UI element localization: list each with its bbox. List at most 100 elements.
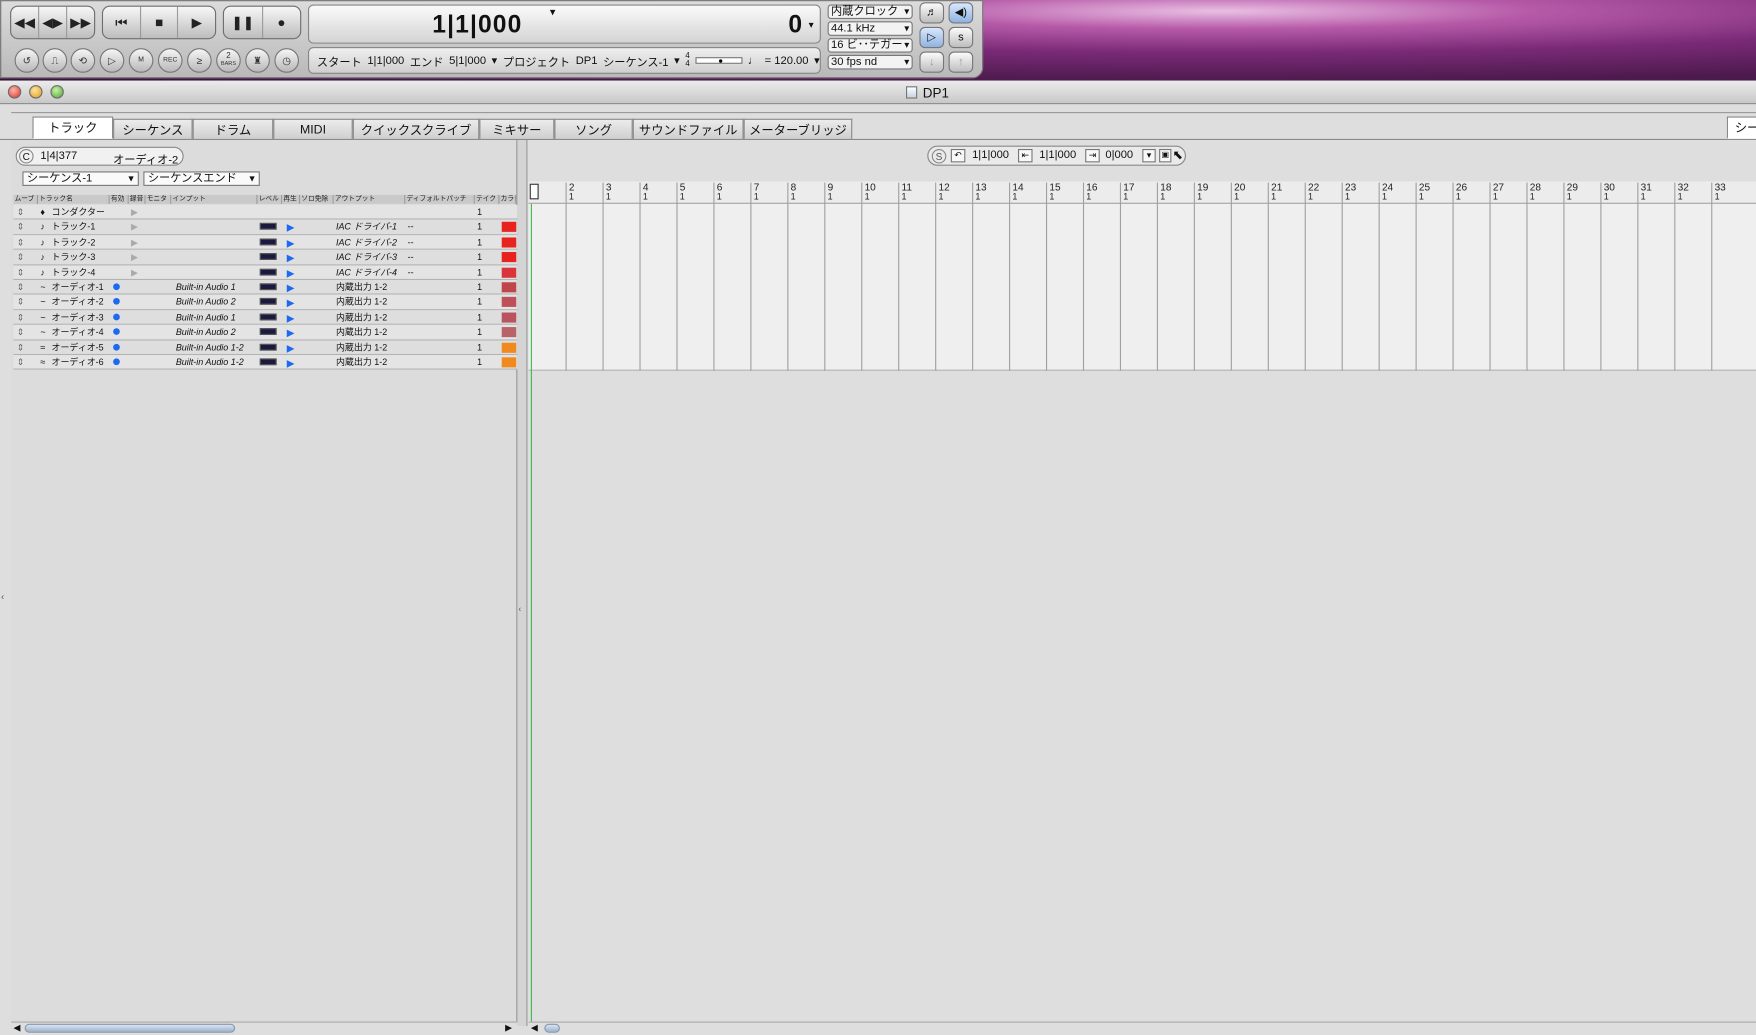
column-header[interactable]: アウトプット	[333, 194, 406, 204]
loop-icon[interactable]: ⟲	[70, 48, 96, 73]
track-row[interactable]: ⇕ ~ オーディオ-4 Built-in Audio 2 ▶ 内蔵出力 1-2 1	[13, 325, 518, 341]
splitter-arrow-icon[interactable]: ‹	[519, 606, 522, 614]
track-name[interactable]: トラック-3	[52, 251, 96, 264]
track-name[interactable]: オーディオ-3	[52, 311, 104, 324]
tab-sequence[interactable]: シーケンス	[113, 118, 193, 139]
color-swatch[interactable]	[501, 237, 517, 248]
tab-midi[interactable]: MIDI	[273, 118, 353, 139]
tab-mixer[interactable]: ミキサー	[479, 118, 555, 139]
countoff-icon[interactable]: ⎍	[42, 48, 68, 73]
track-name[interactable]: オーディオ-4	[52, 326, 104, 339]
track-output[interactable]: 内蔵出力 1-2	[336, 296, 387, 309]
secondary-counter-menu-icon[interactable]: ▾	[809, 19, 814, 31]
move-handle-icon[interactable]: ⇕	[17, 356, 25, 369]
snap-icon[interactable]: ▣	[1159, 148, 1172, 163]
speaker-toggle-icon[interactable]: ◀)	[948, 2, 974, 24]
track-row[interactable]: ⇕ ♪ トラック-2 ▶ ▶ IAC ドライバ-2 -- 1	[13, 234, 518, 250]
default-patch[interactable]: --	[408, 266, 414, 279]
column-header[interactable]: トラック名	[38, 194, 110, 204]
track-row[interactable]: ⇕ ♪ トラック-1 ▶ ▶ IAC ドライバ-1 -- 1	[13, 219, 518, 235]
track-name[interactable]: オーディオ-2	[52, 296, 104, 309]
take-number[interactable]: 1	[477, 236, 482, 249]
track-name[interactable]: トラック-1	[52, 221, 96, 234]
left-edge-arrow-icon[interactable]: ‹	[1, 591, 4, 601]
column-header[interactable]: ムーブ	[13, 194, 39, 204]
move-handle-icon[interactable]: ⇕	[17, 281, 25, 294]
color-swatch[interactable]	[501, 267, 517, 278]
play-enable-icon[interactable]: ▶	[287, 296, 295, 309]
default-patch[interactable]: --	[408, 221, 414, 234]
move-handle-icon[interactable]: ⇕	[17, 341, 25, 354]
end-value[interactable]: 5|1|000	[449, 54, 486, 66]
metronome-icon[interactable]: ♜	[245, 48, 270, 73]
pane-splitter[interactable]: ‹	[516, 140, 528, 1027]
zoom-icon[interactable]	[50, 85, 64, 99]
c-button[interactable]: C	[19, 148, 34, 164]
play-enable-icon[interactable]: ▶	[287, 251, 295, 264]
play-enable-icon[interactable]: ▶	[287, 266, 295, 279]
take-number[interactable]: 1	[477, 221, 482, 234]
track-name[interactable]: オーディオ-1	[52, 281, 104, 294]
track-output[interactable]: IAC ドライバ-1	[336, 221, 397, 234]
tempo-menu-icon[interactable]: ▾	[814, 54, 820, 66]
meter[interactable]: 44	[685, 53, 689, 69]
cursor-down-icon[interactable]: ↓	[919, 51, 945, 73]
track-row[interactable]: ⇕ ~ オーディオ-2 Built-in Audio 2 ▶ 内蔵出力 1-2 1	[13, 295, 518, 311]
tab-soundfile[interactable]: サウンドファイル	[632, 118, 744, 139]
take-number[interactable]: 1	[477, 206, 482, 219]
cursor-up-icon[interactable]: ↑	[948, 51, 974, 73]
solo-toggle-icon[interactable]: s	[948, 26, 974, 49]
scroll-left-icon[interactable]: ◀	[13, 1023, 20, 1033]
track-row[interactable]: ⇕ ♪ トラック-4 ▶ ▶ IAC ドライバ-4 -- 1	[13, 265, 518, 281]
record-arm-icon[interactable]: ▶	[131, 236, 138, 249]
timeline-h-scrollbar[interactable]: ◀	[528, 1021, 1756, 1035]
undo-icon[interactable]: ↶	[950, 148, 966, 163]
track-output[interactable]: IAC ドライバ-4	[336, 266, 397, 279]
bars-icon[interactable]: 2 BARS	[216, 48, 241, 73]
take-number[interactable]: 1	[477, 251, 482, 264]
column-header[interactable]: 有効	[109, 194, 129, 204]
timeline-scroll-left-icon[interactable]: ◀	[531, 1023, 538, 1033]
move-handle-icon[interactable]: ⇕	[17, 236, 25, 249]
playhead-marker[interactable]	[529, 183, 539, 200]
move-handle-icon[interactable]: ⇕	[17, 311, 25, 324]
tab-song[interactable]: ソング	[554, 118, 633, 139]
color-swatch[interactable]	[501, 312, 517, 323]
enable-dot-icon[interactable]	[113, 313, 120, 321]
color-swatch[interactable]	[501, 282, 517, 293]
shuttle-button[interactable]: ◀▶	[39, 6, 68, 39]
take-number[interactable]: 1	[477, 296, 482, 309]
timeline-end[interactable]: 1|1|000	[1039, 149, 1076, 161]
fast-forward-button[interactable]: ▶▶	[67, 7, 94, 38]
track-output[interactable]: 内蔵出力 1-2	[336, 356, 387, 369]
move-handle-icon[interactable]: ⇕	[17, 221, 25, 234]
track-output[interactable]: IAC ドライバ-3	[336, 251, 397, 264]
scroll-right-icon[interactable]: ▶	[505, 1023, 512, 1033]
column-header[interactable]: ソロ免除	[300, 194, 334, 204]
end-menu-icon[interactable]: ▾	[492, 54, 498, 66]
fast-rewind-button[interactable]: ◀◀	[11, 6, 40, 39]
track-input[interactable]: Built-in Audio 1-2	[176, 341, 244, 354]
pointer-tool-icon[interactable]: ⬉	[1173, 148, 1183, 162]
enable-dot-icon[interactable]	[113, 343, 120, 351]
track-row[interactable]: ⇕ ≈ オーディオ-6 Built-in Audio 1-2 ▶ 内蔵出力 1-2 1	[13, 355, 518, 371]
sequence-select[interactable]: シーケンス-1 ▼	[22, 171, 139, 186]
bit-depth-select[interactable]: 16 ビ･･テガー	[827, 38, 913, 53]
sequence-menu[interactable]: シーケンス-1	[603, 52, 668, 69]
move-handle-icon[interactable]: ⇕	[17, 206, 25, 219]
track-row[interactable]: ⇕ ~ オーディオ-3 Built-in Audio 1 ▶ 内蔵出力 1-2 1	[13, 310, 518, 326]
record-arm-icon[interactable]: ▶	[131, 221, 138, 234]
clock-source-select[interactable]: 内蔵クロック	[827, 4, 913, 20]
frame-rate-select[interactable]: 30 fps nd	[827, 54, 913, 70]
rewind-to-start-button[interactable]: ⏮	[103, 6, 141, 39]
tab-right-fragment[interactable]: シー	[1726, 116, 1756, 139]
auto-rewind-icon[interactable]: ↺	[14, 48, 40, 73]
rec-mode-icon[interactable]: REC	[157, 48, 183, 73]
punch-icon[interactable]: ▷	[99, 48, 125, 73]
tab-drum[interactable]: ドラム	[192, 118, 274, 139]
play-enable-icon[interactable]: ▶	[287, 341, 295, 354]
take-number[interactable]: 1	[477, 266, 482, 279]
play-enable-icon[interactable]: ▶	[287, 311, 295, 324]
tab-meterbridge[interactable]: メーターブリッジ	[743, 118, 853, 139]
minimize-icon[interactable]	[29, 85, 43, 99]
